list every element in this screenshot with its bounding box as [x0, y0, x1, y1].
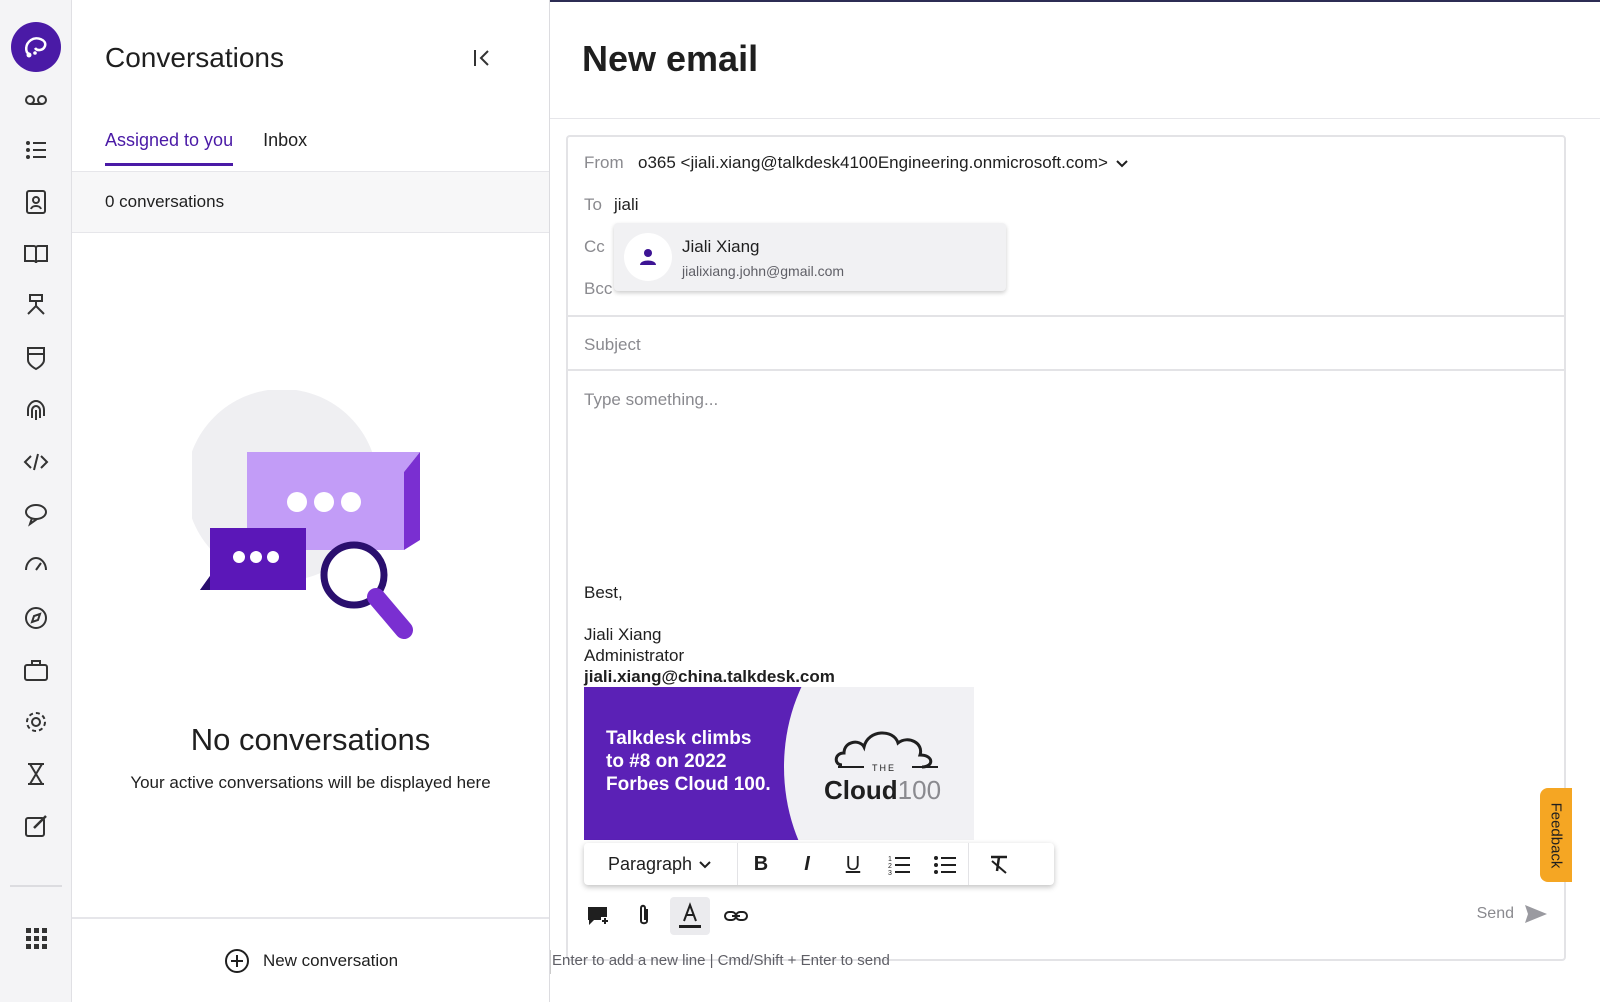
cloud100-logo-text: Cloud100 [824, 775, 942, 805]
insert-link-button[interactable] [716, 897, 756, 935]
conversation-count-bar: 0 conversations [72, 171, 549, 233]
conversations-title: Conversations [105, 42, 284, 73]
nav-rail [0, 0, 72, 1002]
signature-email: jiali.xiang@china.talkdesk.com [584, 667, 835, 686]
recipient-suggestion[interactable]: Jiali Xiang jialixiang.john@gmail.com [614, 223, 1006, 291]
briefcase-icon[interactable] [20, 654, 52, 686]
svg-text:1: 1 [888, 856, 892, 863]
tab-inbox[interactable]: Inbox [263, 130, 307, 166]
email-composer-area: New email From o365 <jiali.xiang@talkdes… [550, 0, 1600, 1002]
flow-icon[interactable] [20, 290, 52, 322]
ordered-list-icon: 123 [888, 856, 910, 875]
text-color-icon [679, 902, 701, 928]
link-icon [724, 911, 748, 921]
attach-button[interactable] [624, 897, 664, 935]
tab-assigned-to-you[interactable]: Assigned to you [105, 130, 234, 166]
bullet-list-button[interactable] [922, 843, 968, 885]
clear-format-icon [991, 855, 1007, 874]
voicemail-icon[interactable] [20, 84, 52, 116]
subject-divider-bottom [568, 369, 1564, 371]
apps-icon[interactable] [20, 922, 52, 954]
dashboard-icon[interactable] [20, 548, 52, 580]
signature: Best, Jiali Xiang Administrator jiali.xi… [584, 582, 835, 687]
top-border [550, 0, 1600, 2]
text-format-toggle[interactable] [670, 897, 710, 935]
from-label: From [584, 153, 624, 172]
paragraph-select[interactable]: Paragraph [584, 843, 738, 885]
contacts-icon[interactable] [20, 186, 52, 218]
chevron-down-icon [1116, 160, 1128, 168]
keyboard-hint: Enter to add a new line | Cmd/Shift + En… [552, 952, 890, 969]
subject-divider-top [568, 315, 1564, 317]
from-select[interactable]: o365 <jiali.xiang@talkdesk4100Engineerin… [638, 153, 1130, 173]
signature-role: Administrator [584, 646, 685, 665]
underline-button[interactable]: U [830, 843, 876, 885]
send-icon [1525, 905, 1547, 923]
feedback-tab[interactable]: Feedback [1540, 788, 1572, 882]
ordered-list-button[interactable]: 123 [876, 843, 922, 885]
fingerprint-icon[interactable] [20, 394, 52, 426]
signature-greeting: Best, [584, 583, 623, 602]
hint-divider [550, 950, 551, 974]
paragraph-select-label: Paragraph [608, 853, 693, 874]
page-title: New email [582, 38, 759, 79]
add-circle-icon [224, 948, 249, 973]
knowledge-icon[interactable] [20, 238, 52, 270]
paperclip-icon [640, 904, 648, 925]
avatar [624, 233, 672, 281]
svg-text:2: 2 [888, 863, 892, 870]
to-label: To [584, 195, 602, 214]
svg-text:3: 3 [888, 870, 892, 875]
header-divider [550, 118, 1600, 119]
compose-icon[interactable] [20, 810, 52, 842]
conversation-count: 0 conversations [105, 192, 225, 211]
banner-text: Talkdesk climbs to #8 on 2022 Forbes Clo… [606, 728, 771, 795]
new-conversation-button[interactable]: New conversation [72, 917, 549, 1002]
feedback-label: Feedback [1547, 802, 1565, 868]
compose-actions [578, 897, 756, 935]
canned-response-icon [588, 907, 609, 925]
chat-icon[interactable] [20, 498, 52, 530]
send-button[interactable]: Send [1477, 903, 1548, 925]
suggestion-email: jialixiang.john@gmail.com [682, 263, 845, 279]
conversations-panel: Conversations Assigned to you Inbox 0 co… [72, 0, 550, 1002]
settings-icon[interactable] [20, 706, 52, 738]
compose-box: From o365 <jiali.xiang@talkdesk4100Engin… [566, 135, 1566, 961]
signature-banner: Talkdesk climbs to #8 on 2022 Forbes Clo… [584, 687, 974, 840]
formatting-toolbar: Paragraph B I U 123 [584, 843, 1054, 885]
compass-icon[interactable] [20, 602, 52, 634]
collapse-panel-icon[interactable] [470, 46, 494, 70]
subject-input[interactable]: Subject [584, 335, 641, 355]
chevron-down-icon [699, 861, 711, 869]
new-conversation-label: New conversation [262, 950, 399, 970]
to-input[interactable]: jiali [614, 195, 639, 215]
empty-state-title: No conversations [190, 722, 431, 757]
body-editor[interactable]: Type something... [584, 390, 718, 410]
cc-label[interactable]: Cc [584, 237, 605, 257]
svg-text:THE: THE [872, 763, 896, 773]
empty-state-illustration [186, 389, 432, 660]
bullet-list-icon [934, 856, 956, 874]
bold-button[interactable]: B [738, 843, 784, 885]
talkdesk-logo-icon[interactable] [11, 22, 61, 72]
send-label: Send [1476, 905, 1514, 922]
code-icon[interactable] [20, 446, 52, 478]
clear-format-button[interactable] [969, 843, 1029, 885]
signature-name: Jiali Xiang [584, 625, 662, 644]
list-icon[interactable] [20, 134, 52, 166]
bcc-label[interactable]: Bcc [584, 279, 612, 299]
rail-divider [10, 885, 62, 887]
canned-response-button[interactable] [578, 897, 618, 935]
shield-icon[interactable] [20, 342, 52, 374]
from-value: o365 <jiali.xiang@talkdesk4100Engineerin… [638, 153, 1108, 172]
empty-state-subtitle: Your active conversations will be displa… [130, 773, 491, 792]
conversation-tabs: Assigned to you Inbox [105, 130, 307, 166]
italic-button[interactable]: I [784, 843, 830, 885]
person-icon [640, 249, 656, 265]
suggestion-name: Jiali Xiang [682, 237, 760, 256]
hourglass-icon[interactable] [20, 758, 52, 790]
